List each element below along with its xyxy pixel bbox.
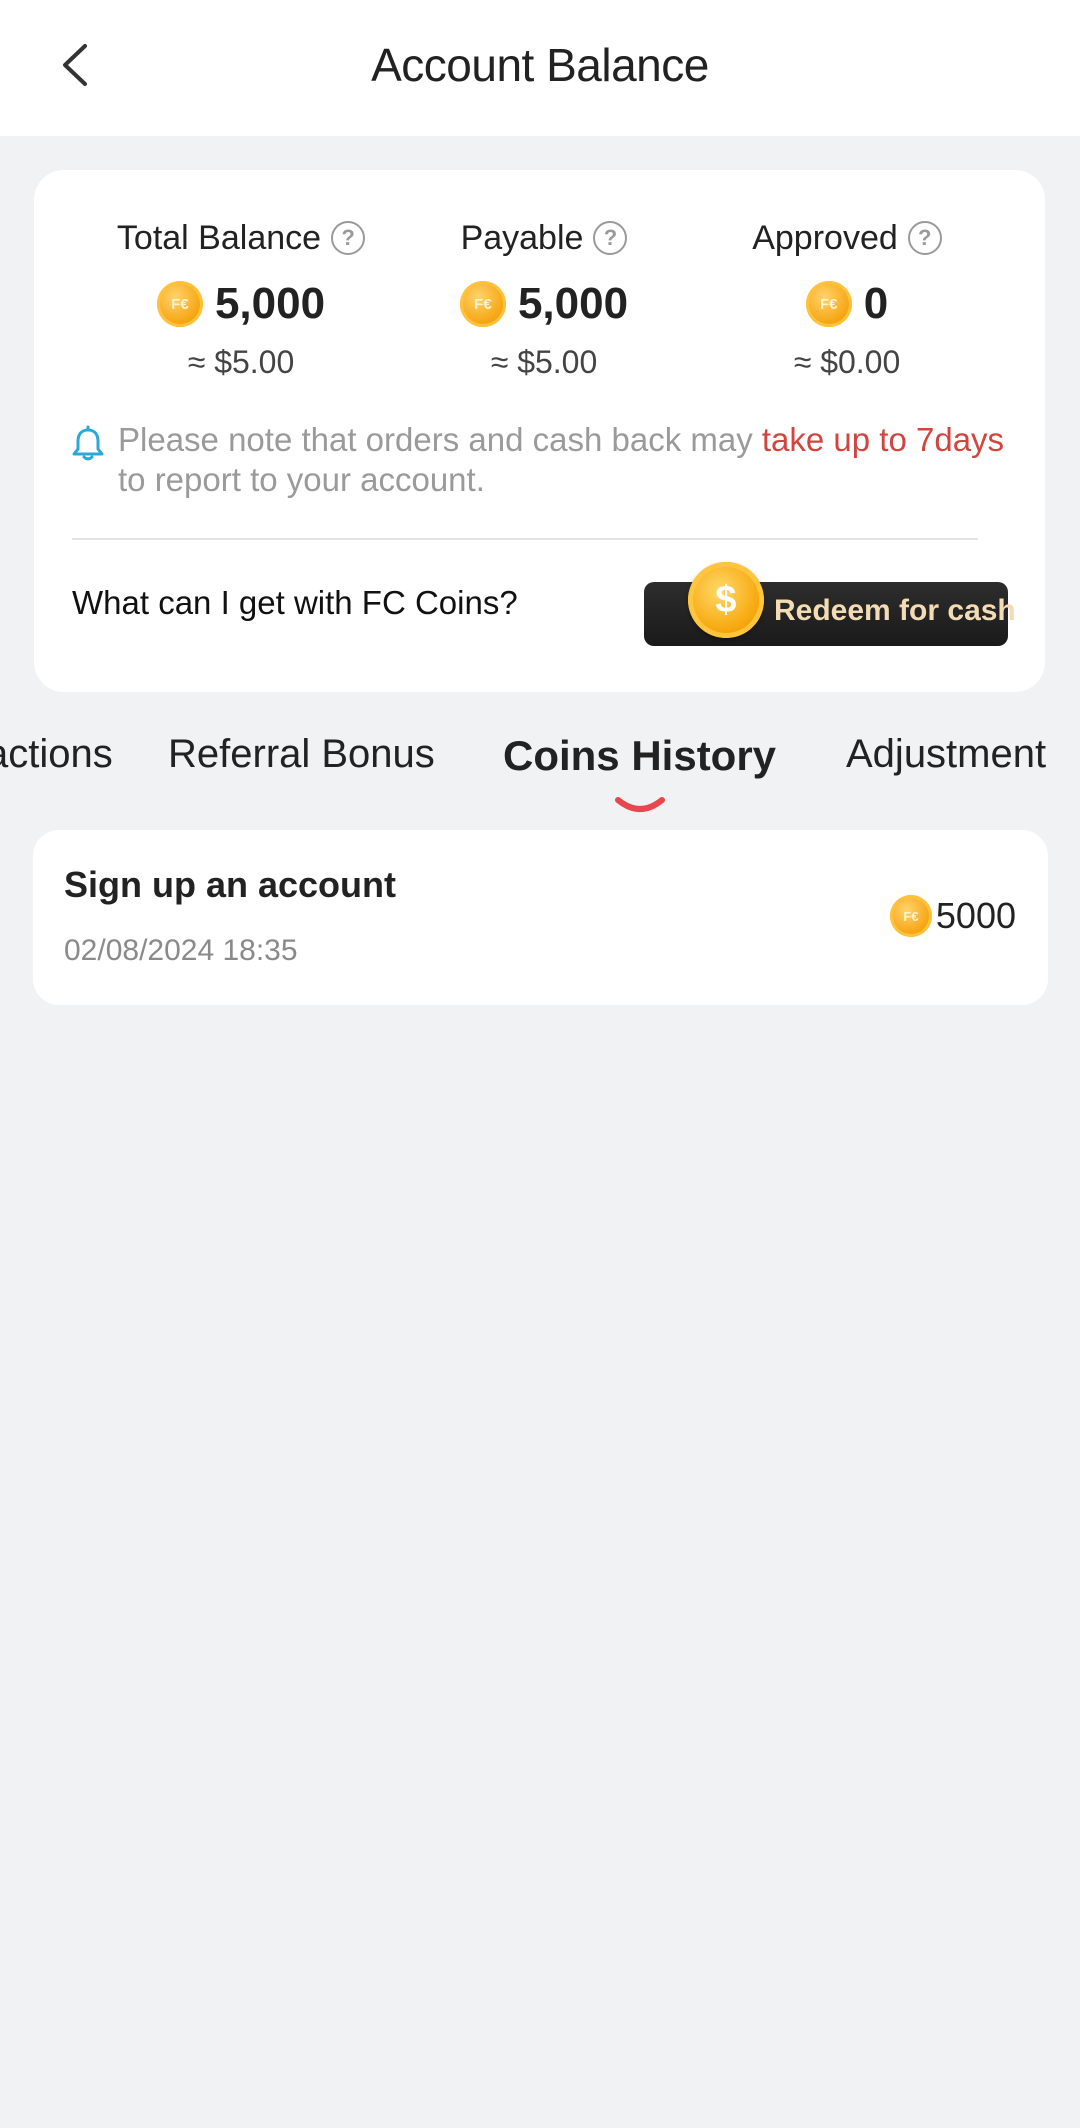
tab-coins-history[interactable]: Coins History [503,732,776,780]
approved-stat: Approved ? F€ 0 ≈ $0.00 [682,214,1012,381]
tab-adjustment[interactable]: Adjustment [846,732,1046,777]
approved-value: 0 [863,279,889,328]
tab-transactions[interactable]: actions [0,732,113,777]
tab-referral-bonus[interactable]: Referral Bonus [168,732,435,777]
divider [72,538,978,540]
payable-usd: ≈ $5.00 [490,344,598,380]
total-balance-usd: ≈ $5.00 [187,344,295,380]
list-item[interactable]: Sign up an account 02/08/2024 18:35 F€ 5… [33,830,1048,1005]
dollar-coin-icon: $ [688,562,764,638]
report-delay-notice: Please note that orders and cash back ma… [68,420,1008,500]
active-tab-indicator [615,797,665,812]
notice-text-before: Please note that orders and cash back ma… [118,421,762,458]
record-amount-value: 5000 [935,895,1016,936]
notice-highlight: take up to 7days [761,421,1005,458]
question-circle-icon[interactable]: ? [331,221,366,255]
question-circle-icon[interactable]: ? [593,221,628,255]
total-balance-stat: Total Balance ? F€ 5,000 ≈ $5.00 [76,214,406,381]
page-title: Account Balance [371,39,709,91]
app-header: Account Balance [0,0,1080,136]
notice-text-after: to report to your account. [118,461,485,498]
fc-coin-icon: F€ [156,281,203,327]
payable-stat: Payable ? F€ 5,000 ≈ $5.00 [379,214,709,381]
total-balance-label: Total Balance [116,218,322,257]
question-circle-icon[interactable]: ? [907,221,942,255]
payable-label: Payable [460,218,584,257]
record-date: 02/08/2024 18:35 [64,934,298,967]
fc-coins-question[interactable]: What can I get with FC Coins? [72,584,518,622]
fc-coin-icon: F€ [889,895,932,937]
approved-usd: ≈ $0.00 [793,344,901,380]
payable-value: 5,000 [517,279,629,328]
history-tabs: actions Referral Bonus Coins History Adj… [0,700,1080,820]
record-amount: F€ 5000 [889,895,1016,937]
bell-icon [72,425,104,461]
balance-card: Total Balance ? F€ 5,000 ≈ $5.00 Payable… [34,170,1045,692]
redeem-for-cash-label[interactable]: Redeem for cash [774,594,1016,628]
fc-coin-icon: F€ [459,281,506,327]
fc-coin-icon: F€ [805,281,852,327]
record-title: Sign up an account [64,864,397,905]
approved-label: Approved [752,218,898,257]
total-balance-value: 5,000 [214,279,326,328]
